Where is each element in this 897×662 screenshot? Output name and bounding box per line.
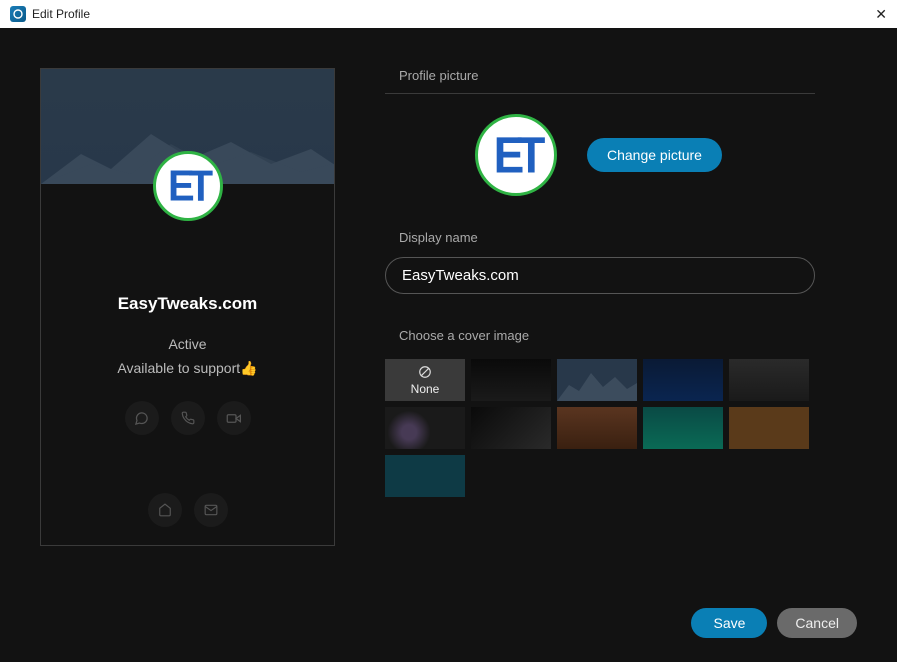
- cover-grid: None: [385, 359, 847, 497]
- cancel-button[interactable]: Cancel: [777, 608, 857, 638]
- cover-option-dark-shape[interactable]: [385, 407, 465, 449]
- window-title: Edit Profile: [32, 7, 90, 21]
- none-icon: [418, 365, 432, 382]
- cover-image-label: Choose a cover image: [399, 328, 847, 343]
- window-titlebar: Edit Profile ✕: [0, 0, 897, 28]
- profile-name-preview: EasyTweaks.com: [118, 294, 258, 314]
- save-button[interactable]: Save: [691, 608, 767, 638]
- cover-option-desert[interactable]: [557, 407, 637, 449]
- mail-icon[interactable]: [194, 493, 228, 527]
- avatar-text-large: ET: [494, 135, 539, 175]
- home-icon[interactable]: [148, 493, 182, 527]
- cover-option-black-curve[interactable]: [471, 407, 551, 449]
- bio-text: Available to support👍: [117, 360, 257, 377]
- close-icon[interactable]: ✕: [875, 6, 887, 23]
- cover-option-none[interactable]: None: [385, 359, 465, 401]
- divider: [385, 93, 815, 94]
- cover-none-label: None: [411, 382, 440, 396]
- profile-preview-card: ET EasyTweaks.com Active Available to su…: [40, 68, 335, 546]
- video-icon[interactable]: [217, 401, 251, 435]
- profile-picture-label: Profile picture: [399, 68, 847, 83]
- avatar-large: ET: [475, 114, 557, 196]
- cover-option-gray-shape[interactable]: [729, 359, 809, 401]
- cover-option-mountain-blue[interactable]: [557, 359, 637, 401]
- avatar-text: ET: [168, 168, 207, 203]
- display-name-input[interactable]: [385, 257, 815, 294]
- cover-option-teal-solid[interactable]: [385, 455, 465, 497]
- change-picture-button[interactable]: Change picture: [587, 138, 722, 172]
- chat-icon[interactable]: [125, 401, 159, 435]
- status-text: Active: [168, 336, 206, 352]
- cover-option-dark-gray[interactable]: [471, 359, 551, 401]
- display-name-label: Display name: [399, 230, 847, 245]
- cover-option-deep-blue[interactable]: [643, 359, 723, 401]
- app-icon: [10, 6, 26, 22]
- cover-option-aurora-teal[interactable]: [643, 407, 723, 449]
- phone-icon[interactable]: [171, 401, 205, 435]
- cover-option-brown[interactable]: [729, 407, 809, 449]
- avatar-preview: ET: [153, 151, 223, 221]
